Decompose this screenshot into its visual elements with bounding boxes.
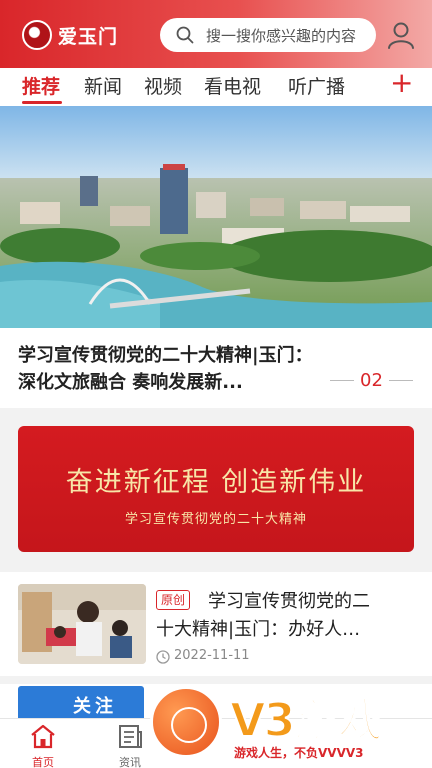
pager-dash-right	[388, 380, 413, 381]
search-icon	[176, 26, 194, 44]
active-tab-indicator	[22, 101, 62, 104]
article-title-line2: 十大精神|玉门：办好人…	[156, 619, 361, 640]
follow-text: 关注	[73, 696, 117, 717]
watermark-logo-ring	[171, 707, 207, 743]
app-name: 爱玉门	[58, 26, 119, 48]
pager-dash-left	[330, 380, 354, 381]
article-title-line1: 学习宣传贯彻党的二	[208, 591, 370, 612]
reading-family-image	[18, 584, 146, 664]
watermark-slogan: 游戏人生，不负VVVV3	[234, 746, 364, 760]
add-tab-button[interactable]: +	[390, 68, 413, 98]
hero-title-line1: 学习宣传贯彻党的二十大精神|玉门：	[18, 345, 313, 366]
tab-news[interactable]: 新闻	[84, 72, 122, 99]
app-header: 爱玉门 搜一搜你感兴趣的内容	[0, 0, 432, 68]
home-icon	[31, 724, 55, 749]
original-badge: 原创	[156, 590, 191, 610]
nav-home-label: 首页	[32, 756, 54, 768]
city-aerial-image	[0, 106, 432, 328]
hero-caption[interactable]: 学习宣传贯彻党的二十大精神|玉门： 深化文旅融合 奏响发展新... 02	[0, 328, 432, 408]
tab-radio[interactable]: 听广播	[288, 72, 345, 99]
watermark-logo-icon	[150, 686, 222, 758]
news-icon	[119, 725, 142, 748]
promo-banner[interactable]: 奋进新征程 创造新伟业 学习宣传贯彻党的二十大精神	[18, 426, 414, 552]
tab-tv[interactable]: 看电视	[204, 72, 261, 99]
channel-tabs: 推荐 新闻 视频 看电视 听广播 +	[0, 68, 432, 106]
app-logo-icon	[22, 20, 52, 50]
article-thumbnail	[18, 584, 146, 664]
article-date: 2022-11-11	[174, 648, 250, 663]
pager-number: 02	[360, 370, 383, 391]
tab-recommend[interactable]: 推荐	[22, 72, 60, 99]
hero-image[interactable]	[0, 106, 432, 328]
user-profile-icon[interactable]	[386, 20, 416, 50]
search-bar[interactable]: 搜一搜你感兴趣的内容	[160, 18, 376, 52]
search-placeholder: 搜一搜你感兴趣的内容	[206, 26, 357, 45]
hero-title-line2: 深化文旅融合 奏响发展新...	[18, 372, 243, 393]
carousel-pager: 02	[330, 370, 413, 391]
banner-slogan: 奋进新征程 创造新伟业	[65, 467, 367, 498]
banner-subtitle: 学习宣传贯彻党的二十大精神	[124, 512, 307, 527]
news-list-item[interactable]: 原创 学习宣传贯彻党的二 十大精神|玉门：办好人… 2022-11-11	[0, 572, 432, 676]
watermark: V3游戏 游戏人生，不负VVVV3	[150, 682, 432, 768]
tab-video[interactable]: 视频	[144, 72, 182, 99]
clock-icon	[156, 650, 170, 664]
watermark-logo-text: V3游戏	[229, 692, 385, 748]
nav-home[interactable]: 首页	[13, 723, 73, 768]
